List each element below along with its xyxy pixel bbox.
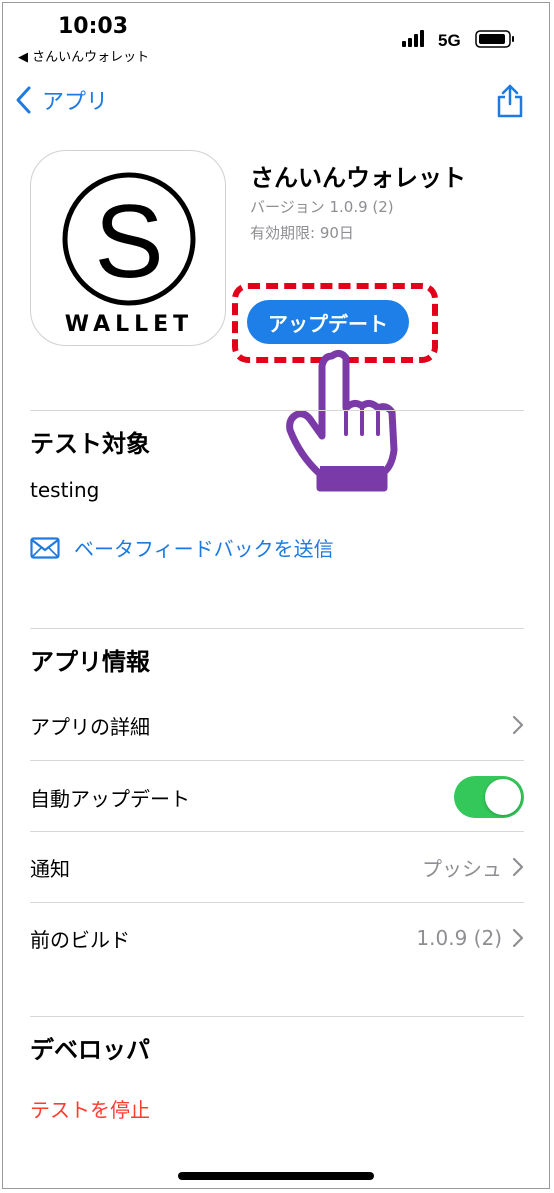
network-label: 5G xyxy=(438,31,461,50)
info-section-title: アプリ情報 xyxy=(30,648,150,676)
back-to-app-link[interactable]: ◀ さんいんウォレット xyxy=(18,46,149,65)
stop-testing-button[interactable]: テストを停止 xyxy=(30,1094,150,1123)
app-name: さんいんウォレット xyxy=(250,164,466,192)
beta-feedback-label: ベータフィードバックを送信 xyxy=(74,537,334,561)
row-auto-update: 自動アップデート xyxy=(30,762,524,832)
test-section-title: テスト対象 xyxy=(30,430,150,458)
auto-update-toggle[interactable] xyxy=(454,776,524,818)
battery-icon xyxy=(475,30,514,48)
row-notifications[interactable]: 通知 プッシュ xyxy=(30,832,524,902)
app-icon: S WALLET xyxy=(30,150,226,346)
app-version: バージョン 1.0.9 (2) xyxy=(250,198,394,216)
chevron-right-icon xyxy=(512,928,524,948)
update-button[interactable]: アップデート xyxy=(247,300,409,344)
home-indicator[interactable] xyxy=(178,1172,374,1180)
app-icon-wordmark: WALLET xyxy=(65,312,193,337)
nav-back-button[interactable]: アプリ xyxy=(14,84,108,116)
divider xyxy=(30,628,524,629)
beta-feedback-link[interactable]: ベータフィードバックを送信 xyxy=(30,533,334,562)
envelope-icon xyxy=(30,536,60,559)
row-value: 1.0.9 (2) xyxy=(416,926,502,950)
chevron-right-icon xyxy=(512,857,524,877)
share-icon[interactable] xyxy=(496,84,524,118)
row-label: 前のビルド xyxy=(30,927,130,952)
nav-back-label: アプリ xyxy=(42,90,109,115)
chevron-left-icon xyxy=(16,86,31,114)
signal-icon xyxy=(402,30,424,47)
status-time: 10:03 xyxy=(58,14,129,39)
row-app-details[interactable]: アプリの詳細 xyxy=(30,690,524,760)
divider xyxy=(30,410,524,411)
row-label: 通知 xyxy=(30,856,70,881)
status-indicators: 5G xyxy=(402,28,522,50)
app-icon-letter: S xyxy=(94,184,163,300)
row-label: 自動アップデート xyxy=(30,786,190,811)
row-value: プッシュ xyxy=(422,856,502,881)
divider xyxy=(30,760,524,761)
test-target-value: testing xyxy=(30,478,100,502)
app-expiry: 有効期限: 90日 xyxy=(250,224,354,242)
row-label: アプリの詳細 xyxy=(30,714,150,739)
row-previous-build[interactable]: 前のビルド 1.0.9 (2) xyxy=(30,903,524,973)
divider xyxy=(30,1016,524,1017)
chevron-right-icon xyxy=(512,715,524,735)
developer-section-title: デベロッパ xyxy=(30,1036,150,1064)
pointing-hand-icon xyxy=(280,348,420,498)
